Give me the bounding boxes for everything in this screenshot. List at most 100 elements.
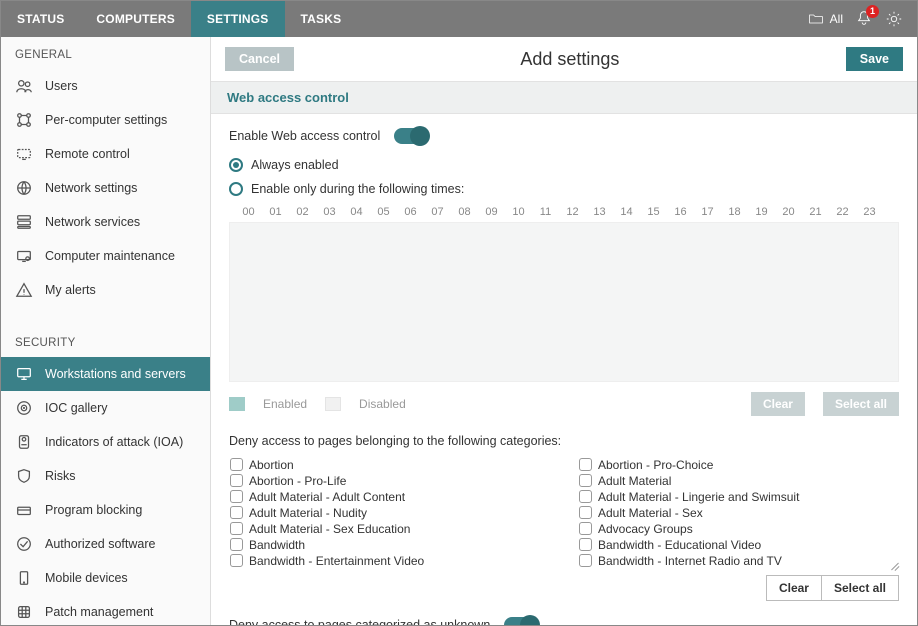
page-title: Add settings (294, 49, 846, 70)
schedule-grid: 0001020304050607080910111213141516171819… (229, 206, 899, 382)
sidebar-item-alerts[interactable]: My alerts (1, 273, 210, 307)
checkbox-icon (579, 522, 592, 535)
category-label: Bandwidth - Entertainment Video (249, 554, 424, 568)
section-general: GENERAL (1, 37, 210, 69)
topbar: STATUS COMPUTERS SETTINGS TASKS All 1 (1, 1, 917, 37)
hour-label: 10 (505, 206, 532, 218)
radio-icon (229, 182, 243, 196)
category-item[interactable]: Abortion - Pro-Life (230, 473, 549, 488)
hour-label: 09 (478, 206, 505, 218)
checkbox-icon (579, 474, 592, 487)
category-item[interactable]: Adult Material - Sex Education (230, 521, 549, 536)
sidebar-item-network-services[interactable]: Network services (1, 205, 210, 239)
checkbox-icon (230, 554, 243, 567)
radio-schedule[interactable]: Enable only during the following times: (229, 182, 899, 196)
tab-settings[interactable]: SETTINGS (191, 1, 285, 37)
hour-label: 03 (316, 206, 343, 218)
checkbox-icon (230, 458, 243, 471)
sidebar-item-mobile[interactable]: Mobile devices (1, 561, 210, 595)
checkbox-icon (579, 490, 592, 503)
sidebar-item-label: Risks (45, 469, 76, 483)
category-item[interactable]: Adult Material (579, 473, 898, 488)
category-item[interactable]: Adult Material - Sex (579, 505, 898, 520)
category-item[interactable]: Adult Material - Lingerie and Swimsuit (579, 489, 898, 504)
checkbox-icon (579, 458, 592, 471)
notifications[interactable]: 1 (855, 9, 873, 30)
category-item[interactable]: Abortion (230, 457, 549, 472)
sidebar-item-label: Remote control (45, 147, 130, 161)
tab-computers[interactable]: COMPUTERS (80, 1, 190, 37)
servers-icon (15, 213, 33, 231)
sidebar-item-workstations[interactable]: Workstations and servers (1, 357, 210, 391)
sidebar-item-ioa[interactable]: Indicators of attack (IOA) (1, 425, 210, 459)
sidebar-item-maintenance[interactable]: Computer maintenance (1, 239, 210, 273)
legend-disabled-label: Disabled (359, 397, 406, 411)
hour-label: 14 (613, 206, 640, 218)
workstation-icon (15, 365, 33, 383)
categories-selectall-button[interactable]: Select all (822, 575, 899, 601)
category-label: Abortion (249, 458, 294, 472)
sidebar-item-label: Indicators of attack (IOA) (45, 435, 183, 449)
save-button[interactable]: Save (846, 47, 903, 71)
notification-badge: 1 (866, 5, 879, 18)
category-item[interactable]: Bandwidth (230, 537, 549, 552)
alert-icon (15, 281, 33, 299)
category-item[interactable]: Advocacy Groups (579, 521, 898, 536)
gear-icon[interactable] (885, 10, 903, 28)
hour-label: 17 (694, 206, 721, 218)
category-item[interactable]: Abortion - Pro-Choice (579, 457, 898, 472)
hour-label: 02 (289, 206, 316, 218)
category-item[interactable]: Adult Material - Adult Content (230, 489, 549, 504)
globe-icon (15, 179, 33, 197)
category-item[interactable]: Bandwidth - Educational Video (579, 537, 898, 552)
schedule-clear-button[interactable]: Clear (751, 392, 805, 416)
cancel-button[interactable]: Cancel (225, 47, 294, 71)
enable-toggle[interactable] (394, 128, 428, 144)
resize-grip-icon[interactable] (888, 558, 900, 570)
users-icon (15, 77, 33, 95)
deny-label: Deny access to pages belonging to the fo… (229, 434, 899, 448)
block-icon (15, 501, 33, 519)
radio-schedule-label: Enable only during the following times: (251, 182, 464, 196)
radio-always-label: Always enabled (251, 158, 339, 172)
hour-label: 01 (262, 206, 289, 218)
sidebar-item-users[interactable]: Users (1, 69, 210, 103)
hour-label: 00 (235, 206, 262, 218)
sidebar-item-patch[interactable]: Patch management (1, 595, 210, 625)
section-web-access: Web access control (211, 81, 917, 114)
check-icon (15, 535, 33, 553)
tab-tasks[interactable]: TASKS (285, 1, 358, 37)
category-label: Adult Material - Sex Education (249, 522, 410, 536)
hour-label: 15 (640, 206, 667, 218)
mobile-icon (15, 569, 33, 587)
sidebar-item-label: Per-computer settings (45, 113, 167, 127)
hours-grid[interactable] (229, 222, 899, 382)
sidebar-item-label: Computer maintenance (45, 249, 175, 263)
sidebar-item-ioc[interactable]: IOC gallery (1, 391, 210, 425)
hour-label: 20 (775, 206, 802, 218)
legend-enabled-swatch (229, 397, 245, 411)
sidebar-item-per-computer[interactable]: Per-computer settings (1, 103, 210, 137)
category-item[interactable]: Adult Material - Nudity (230, 505, 549, 520)
deny-unknown-label: Deny access to pages categorized as unkn… (229, 618, 490, 625)
category-label: Adult Material - Nudity (249, 506, 367, 520)
schedule-selectall-button[interactable]: Select all (823, 392, 899, 416)
sidebar-item-remote[interactable]: Remote control (1, 137, 210, 171)
hour-label: 07 (424, 206, 451, 218)
tab-status[interactable]: STATUS (1, 1, 80, 37)
category-item[interactable]: Bandwidth - Entertainment Video (230, 553, 549, 568)
folder-icon (807, 10, 825, 28)
filter-all[interactable]: All (807, 10, 843, 28)
category-label: Advocacy Groups (598, 522, 693, 536)
hour-label: 11 (532, 206, 559, 218)
sidebar-item-risks[interactable]: Risks (1, 459, 210, 493)
deny-unknown-toggle[interactable] (504, 617, 538, 625)
categories-clear-button[interactable]: Clear (766, 575, 822, 601)
category-item[interactable]: Bandwidth - Internet Radio and TV (579, 553, 898, 568)
legend-disabled-swatch (325, 397, 341, 411)
hour-label: 21 (802, 206, 829, 218)
sidebar-item-blocking[interactable]: Program blocking (1, 493, 210, 527)
sidebar-item-network-settings[interactable]: Network settings (1, 171, 210, 205)
radio-always[interactable]: Always enabled (229, 158, 899, 172)
sidebar-item-authorized[interactable]: Authorized software (1, 527, 210, 561)
